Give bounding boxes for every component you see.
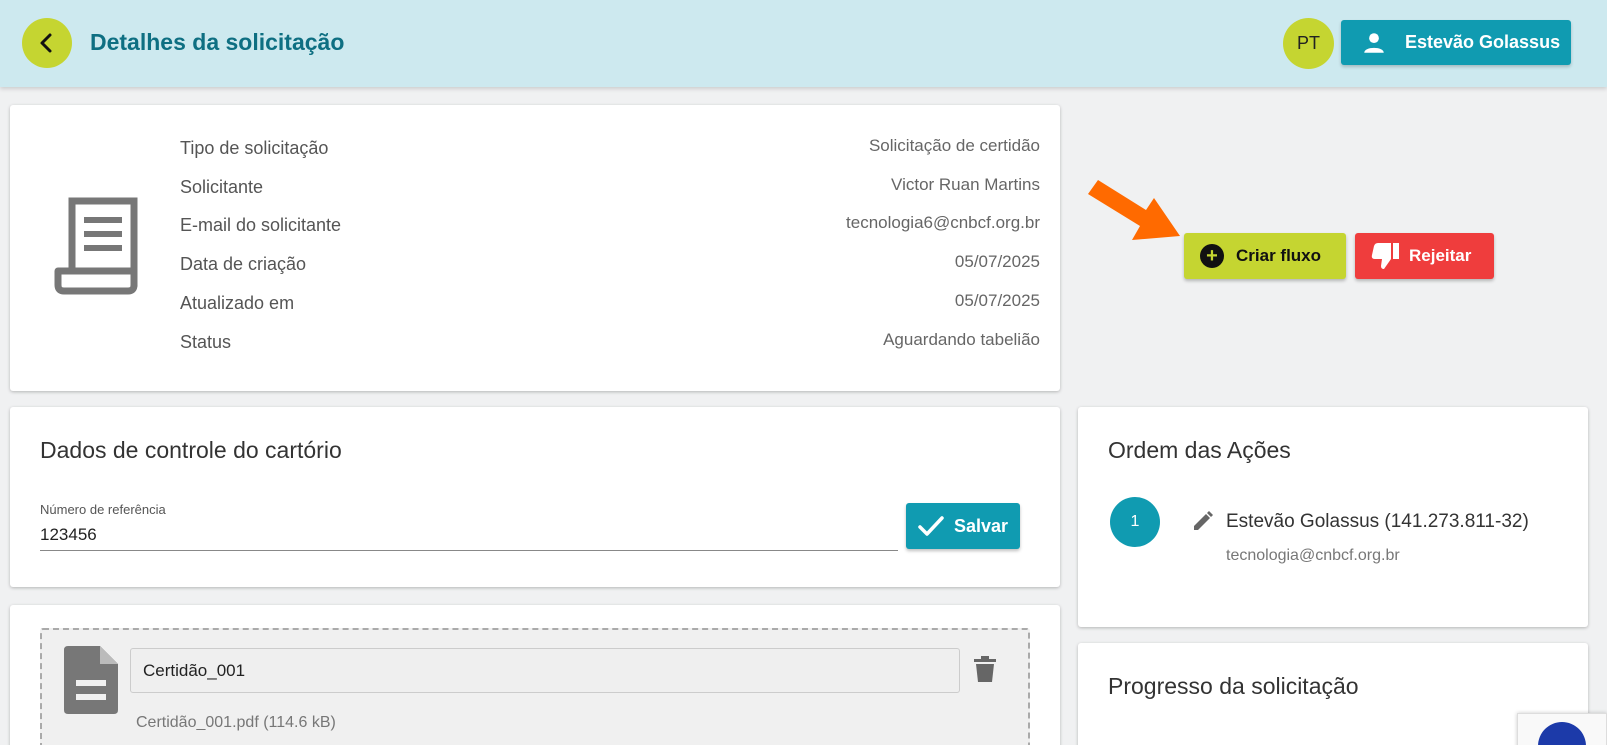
app-header: Detalhes da solicitação PT Estevão Golas…: [0, 0, 1607, 87]
step-signer-name: Estevão Golassus (141.273.811-32): [1226, 511, 1529, 532]
detail-row-email: E-mail do solicitante tecnologia6@cnbcf.…: [180, 213, 1040, 245]
detail-label: Data de criação: [180, 254, 307, 274]
create-flow-label: Criar fluxo: [1236, 246, 1322, 265]
progress-card-title: Progresso da solicitação: [1108, 673, 1359, 699]
create-flow-button[interactable]: + Criar fluxo: [1184, 233, 1346, 279]
back-button[interactable]: [22, 18, 72, 68]
detail-value: 05/07/2025: [954, 291, 1040, 310]
request-progress-card: Progresso da solicitação: [1078, 643, 1588, 745]
detail-row-solicitante: Solicitante Victor Ruan Martins: [180, 175, 1040, 207]
page-title: Detalhes da solicitação: [90, 29, 345, 55]
reject-button[interactable]: Rejeitar: [1355, 233, 1494, 279]
detail-value: Solicitação de certidão: [868, 136, 1040, 155]
detail-value: tecnologia6@cnbcf.org.br: [846, 213, 1040, 232]
detail-label: Status: [180, 332, 232, 352]
actions-order-title: Ordem das Ações: [1108, 437, 1291, 463]
trash-icon[interactable]: [974, 656, 996, 682]
recaptcha-badge[interactable]: [1517, 713, 1607, 745]
step-number: 1: [1110, 497, 1160, 547]
actions-order-card: Ordem das Ações 1 Estevão Golassus (141.…: [1078, 407, 1588, 627]
save-button[interactable]: Salvar: [906, 503, 1020, 549]
receipt-document-icon: [54, 197, 138, 295]
file-document-icon: [64, 646, 118, 714]
recaptcha-icon: [1538, 722, 1586, 745]
user-menu-button[interactable]: Estevão Golassus: [1341, 20, 1571, 65]
detail-label: Atualizado em: [180, 293, 295, 313]
detail-value: 05/07/2025: [954, 252, 1040, 271]
person-icon: [1364, 32, 1384, 53]
control-data-card: Dados de controle do cartório Número de …: [10, 407, 1060, 587]
file-name-input[interactable]: [130, 648, 960, 693]
check-icon: [918, 516, 944, 536]
reject-label: Rejeitar: [1409, 246, 1472, 265]
orange-arrow-icon: [1088, 180, 1180, 240]
chevron-left-icon: [40, 33, 52, 53]
control-card-title: Dados de controle do cartório: [40, 437, 342, 463]
pencil-icon: [1194, 511, 1213, 530]
save-label: Salvar: [954, 515, 1009, 536]
file-dropzone[interactable]: Certidão_001.pdf (114.6 kB): [40, 628, 1030, 745]
detail-label: Tipo de solicitação: [180, 138, 329, 158]
reference-number-label: Número de referência: [40, 502, 166, 517]
plus-circle-icon: +: [1200, 244, 1224, 268]
detail-value: Victor Ruan Martins: [891, 175, 1040, 194]
files-card: Certidão_001.pdf (114.6 kB): [10, 605, 1060, 745]
detail-row-status: Status Aguardando tabelião: [180, 330, 1040, 362]
reference-number-input[interactable]: [40, 519, 898, 551]
thumbs-down-icon: [1371, 243, 1399, 269]
detail-value: Aguardando tabelião: [883, 330, 1040, 349]
language-badge[interactable]: PT: [1283, 18, 1334, 69]
user-name: Estevão Golassus: [1405, 32, 1561, 52]
detail-row-tipo: Tipo de solicitação Solicitação de certi…: [180, 136, 1040, 168]
detail-row-atualizado: Atualizado em 05/07/2025: [180, 291, 1040, 323]
file-info: Certidão_001.pdf (114.6 kB): [136, 714, 336, 731]
step-signer-email: tecnologia@cnbcf.org.br: [1226, 547, 1400, 564]
request-details-card: Tipo de solicitação Solicitação de certi…: [10, 105, 1060, 391]
detail-row-data-criacao: Data de criação 05/07/2025: [180, 252, 1040, 284]
detail-label: E-mail do solicitante: [180, 215, 342, 235]
detail-label: Solicitante: [180, 177, 264, 197]
